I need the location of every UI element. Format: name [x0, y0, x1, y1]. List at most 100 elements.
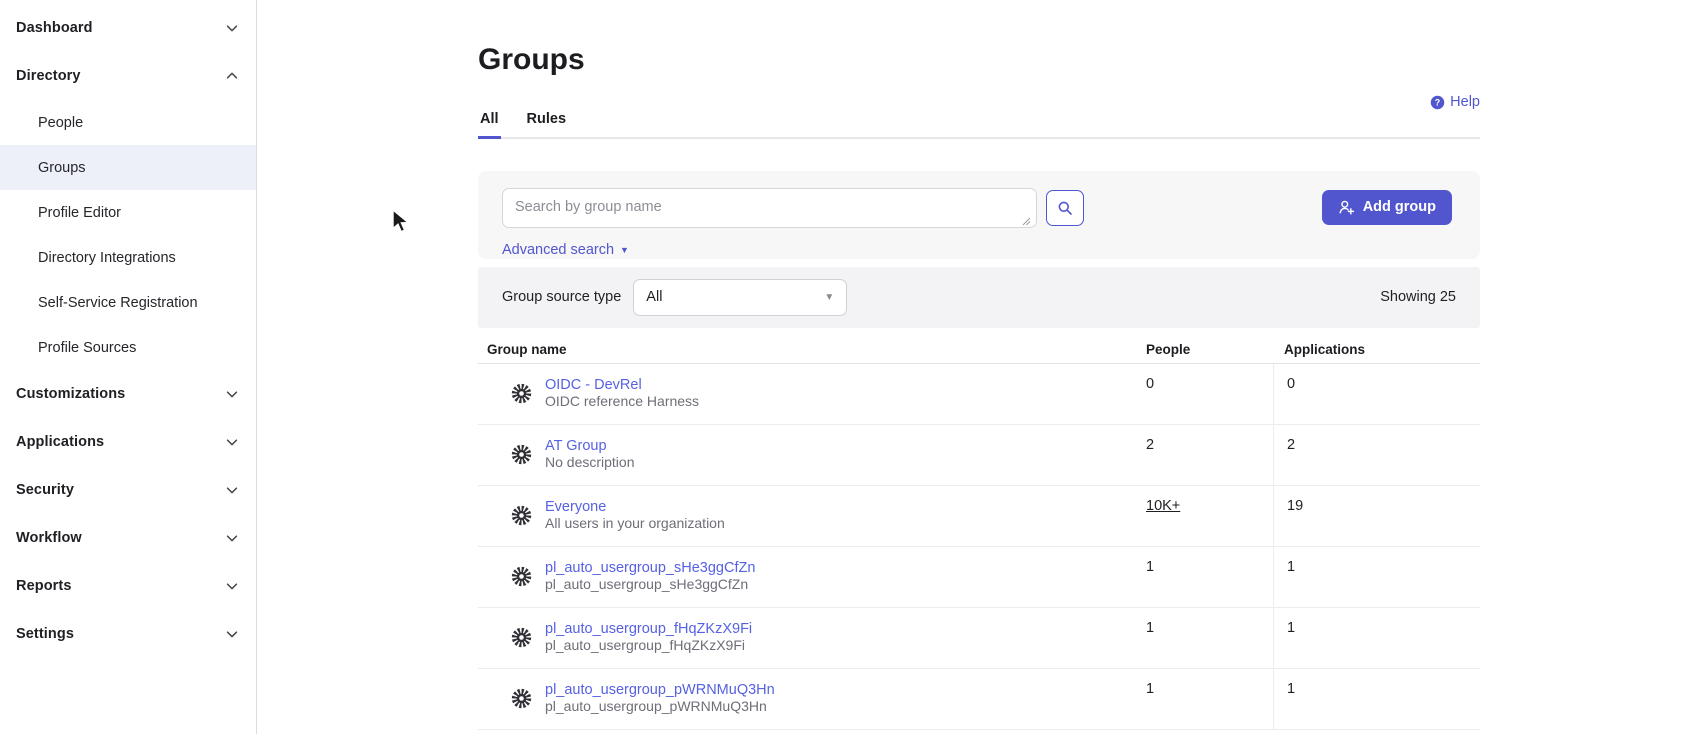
caret-down-icon: ▼ [824, 292, 834, 303]
group-icon [510, 565, 533, 588]
svg-text:?: ? [1435, 97, 1440, 107]
group-name-link[interactable]: pl_auto_usergroup_pWRNMuQ3Hn [545, 682, 775, 698]
search-input[interactable] [502, 188, 1037, 228]
group-description: pl_auto_usergroup_sHe3ggCfZn [545, 576, 748, 592]
table-row: AT Group No description 2 2 [478, 425, 1480, 486]
tab-all[interactable]: All [478, 111, 501, 139]
table-row: pl_auto_usergroup_pWRNMuQ3Hn pl_auto_use… [478, 669, 1480, 730]
chevron-down-icon [225, 21, 239, 35]
people-count: 2 [1146, 425, 1273, 485]
page-title: Groups [478, 42, 1480, 78]
group-name-link[interactable]: AT Group [545, 438, 635, 454]
group-source-type-select[interactable]: All ▼ [633, 279, 847, 316]
sidebar-item-workflow[interactable]: Workflow [0, 514, 256, 562]
chevron-down-icon [225, 531, 239, 545]
sidebar-item-label: Customizations [16, 386, 125, 402]
group-icon [510, 504, 533, 527]
help-link[interactable]: ? Help [1430, 94, 1480, 110]
group-description: pl_auto_usergroup_fHqZKzX9Fi [545, 637, 745, 653]
applications-count: 1 [1273, 669, 1480, 729]
group-description: OIDC reference Harness [545, 393, 699, 409]
group-name-link[interactable]: pl_auto_usergroup_fHqZKzX9Fi [545, 621, 752, 637]
tab-rules[interactable]: Rules [525, 111, 569, 139]
search-card: Add group Advanced search ▼ [478, 171, 1480, 259]
sidebar-item-label: Reports [16, 578, 72, 594]
table-row: pl_auto_usergroup_fHqZKzX9Fi pl_auto_use… [478, 608, 1480, 669]
sidebar-item-self-service-registration[interactable]: Self-Service Registration [0, 280, 256, 325]
group-icon [510, 443, 533, 466]
sidebar-item-applications[interactable]: Applications [0, 418, 256, 466]
group-name-link[interactable]: pl_auto_usergroup_sHe3ggCfZn [545, 560, 755, 576]
sidebar-item-label: Self-Service Registration [38, 295, 198, 311]
sidebar-item-label: People [38, 115, 83, 131]
applications-count: 1 [1273, 608, 1480, 668]
group-icon [510, 626, 533, 649]
search-button[interactable] [1046, 190, 1084, 226]
applications-count: 0 [1273, 364, 1480, 424]
filter-strip: Group source type All ▼ Showing 25 [478, 267, 1480, 328]
people-count-link[interactable]: 10K+ [1146, 498, 1180, 514]
group-description: No description [545, 454, 635, 470]
question-icon: ? [1430, 95, 1445, 110]
search-icon [1057, 200, 1073, 216]
chevron-down-icon [225, 579, 239, 593]
people-count: 0 [1146, 364, 1273, 424]
sidebar-item-settings[interactable]: Settings [0, 610, 256, 658]
sidebar-item-profile-editor[interactable]: Profile Editor [0, 190, 256, 235]
sidebar-item-reports[interactable]: Reports [0, 562, 256, 610]
sidebar-item-directory[interactable]: Directory [0, 52, 256, 100]
table-row: pl_auto_usergroup_sHe3ggCfZn pl_auto_use… [478, 547, 1480, 608]
advanced-search-link[interactable]: Advanced search ▼ [502, 242, 629, 258]
showing-count: Showing 25 [1380, 289, 1456, 305]
group-name-link[interactable]: Everyone [545, 499, 725, 515]
sidebar: Dashboard Directory People Groups Profil… [0, 0, 257, 734]
table-row: OIDC - DevRel OIDC reference Harness 0 0 [478, 364, 1480, 425]
applications-count: 2 [1273, 425, 1480, 485]
column-header-people: People [1146, 342, 1273, 357]
applications-count: 19 [1273, 486, 1480, 546]
group-source-type-label: Group source type [502, 289, 621, 305]
sidebar-item-label: Security [16, 482, 74, 498]
sidebar-item-label: Workflow [16, 530, 82, 546]
people-count: 1 [1146, 669, 1273, 729]
sidebar-item-profile-sources[interactable]: Profile Sources [0, 325, 256, 370]
caret-down-icon: ▼ [620, 245, 629, 255]
sidebar-item-groups[interactable]: Groups [0, 145, 256, 190]
chevron-down-icon [225, 627, 239, 641]
sidebar-item-people[interactable]: People [0, 100, 256, 145]
chevron-up-icon [225, 69, 239, 83]
chevron-down-icon [225, 387, 239, 401]
sidebar-item-customizations[interactable]: Customizations [0, 370, 256, 418]
group-icon [510, 687, 533, 710]
groups-table: Group name People Applications OIDC - De… [478, 336, 1480, 730]
people-count: 1 [1146, 608, 1273, 668]
sidebar-item-label: Directory [16, 68, 81, 84]
tab-bar: All Rules [478, 111, 1480, 139]
sidebar-item-label: Directory Integrations [38, 250, 176, 266]
sidebar-item-label: Applications [16, 434, 104, 450]
add-user-icon [1338, 199, 1355, 216]
sidebar-item-label: Groups [38, 160, 86, 176]
admin-console: Dashboard Directory People Groups Profil… [0, 0, 1687, 734]
sidebar-item-label: Profile Sources [38, 340, 136, 356]
group-description: pl_auto_usergroup_pWRNMuQ3Hn [545, 698, 767, 714]
applications-count: 1 [1273, 547, 1480, 607]
sidebar-item-security[interactable]: Security [0, 466, 256, 514]
sidebar-item-directory-integrations[interactable]: Directory Integrations [0, 235, 256, 280]
column-header-group-name: Group name [478, 342, 1146, 357]
group-icon [510, 382, 533, 405]
chevron-down-icon [225, 435, 239, 449]
chevron-down-icon [225, 483, 239, 497]
sidebar-item-label: Dashboard [16, 20, 93, 36]
table-header: Group name People Applications [478, 336, 1480, 364]
add-group-button[interactable]: Add group [1322, 190, 1452, 225]
sidebar-item-label: Settings [16, 626, 74, 642]
group-name-link[interactable]: OIDC - DevRel [545, 377, 699, 393]
sidebar-item-dashboard[interactable]: Dashboard [0, 4, 256, 52]
sidebar-item-label: Profile Editor [38, 205, 121, 221]
people-count: 1 [1146, 547, 1273, 607]
table-row: Everyone All users in your organization … [478, 486, 1480, 547]
group-description: All users in your organization [545, 515, 725, 531]
column-header-applications: Applications [1273, 342, 1480, 357]
main-area: ? Help Groups All Rules [257, 0, 1687, 734]
